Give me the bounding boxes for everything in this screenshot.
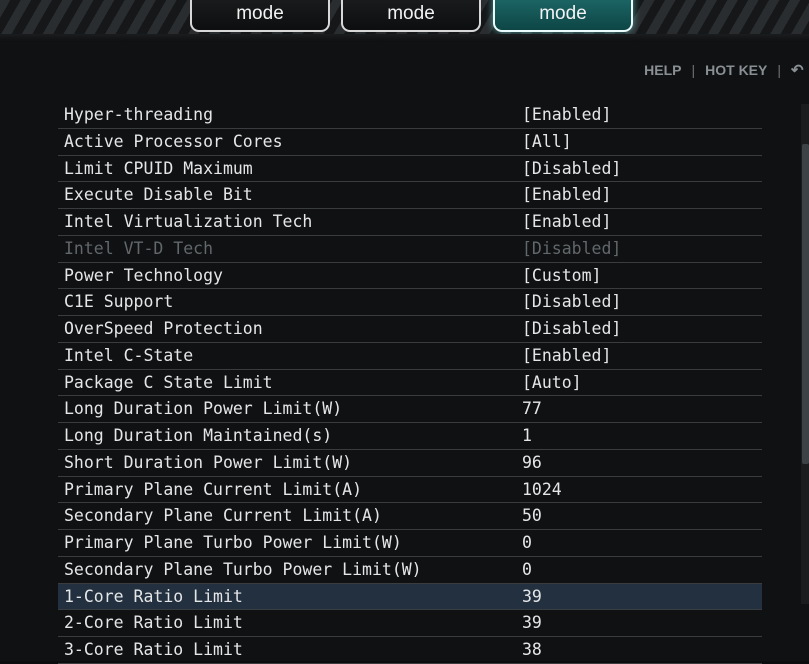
setting-value[interactable]: 77 — [522, 396, 542, 422]
setting-label: Intel VT-D Tech — [64, 238, 214, 258]
help-toolbar: HELP | HOT KEY | ↶ — [644, 60, 809, 80]
setting-value[interactable]: [Disabled] — [522, 156, 621, 182]
setting-value: [Disabled] — [522, 238, 622, 258]
setting-label: Secondary Plane Current Limit(A) — [64, 506, 382, 526]
setting-row[interactable]: Long Duration Power Limit(W) 77 — [58, 396, 762, 423]
setting-value[interactable]: 96 — [522, 450, 542, 476]
setting-label: 2-Core Ratio Limit — [64, 613, 243, 633]
setting-label: C1E Support — [64, 292, 174, 312]
setting-row[interactable]: 2-Core Ratio Limit 39 — [58, 610, 762, 637]
setting-label: OverSpeed Protection — [64, 319, 263, 338]
setting-value[interactable]: [Disabled] — [522, 316, 621, 342]
toolbar-separator: | — [691, 62, 696, 78]
setting-label: Power Technology — [64, 265, 223, 285]
setting-label: Limit CPUID Maximum — [64, 158, 253, 178]
settings-list: Hyper-threading [Enabled] Active Processor… — [58, 102, 762, 664]
setting-row[interactable]: Limit CPUID Maximum [Disabled] — [58, 156, 762, 183]
setting-row[interactable]: Hyper-threading [Enabled] — [58, 102, 762, 129]
setting-row[interactable]: Package C State Limit [Auto] — [58, 370, 762, 397]
setting-row[interactable]: Intel C-State [Enabled] — [58, 343, 762, 370]
setting-label: Package C State Limit — [64, 372, 273, 392]
setting-label: 3-Core Ratio Limit — [64, 640, 243, 659]
setting-value[interactable]: [Custom] — [522, 263, 601, 289]
setting-row[interactable]: Primary Plane Turbo Power Limit(W) 0 — [58, 530, 762, 557]
setting-value[interactable]: 1024 — [522, 477, 562, 503]
setting-row[interactable]: 1-Core Ratio Limit 39 — [58, 583, 762, 611]
setting-label: Active Processor Cores — [64, 131, 283, 151]
scrollbar-thumb[interactable] — [802, 144, 809, 464]
setting-value[interactable]: [Enabled] — [522, 102, 611, 128]
setting-row[interactable]: Long Duration Maintained(s) 1 — [58, 423, 762, 450]
setting-value[interactable]: [Disabled] — [522, 289, 621, 315]
setting-label: Long Duration Power Limit(W) — [64, 399, 343, 419]
setting-label: Hyper-threading — [64, 105, 214, 124]
setting-value[interactable]: [Enabled] — [522, 182, 611, 208]
setting-row[interactable]: C1E Support [Disabled] — [58, 289, 762, 316]
mode-tab-1[interactable]: mode — [190, 0, 330, 32]
setting-value[interactable]: [All] — [522, 129, 572, 155]
setting-label: Execute Disable Bit — [64, 185, 253, 205]
setting-value[interactable]: 0 — [522, 557, 532, 583]
setting-value[interactable]: 0 — [522, 530, 532, 556]
mode-tab-2[interactable]: mode — [341, 0, 481, 32]
setting-row[interactable]: Active Processor Cores [All] — [58, 129, 762, 156]
setting-row[interactable]: Primary Plane Current Limit(A) 1024 — [58, 477, 762, 504]
setting-label: Intel Virtualization Tech — [64, 212, 313, 231]
setting-row[interactable]: Power Technology [Custom] — [58, 263, 762, 290]
setting-row[interactable]: Execute Disable Bit [Enabled] — [58, 182, 762, 209]
hotkey-link[interactable]: HOT KEY — [705, 62, 767, 78]
scrollbar[interactable] — [801, 104, 809, 604]
setting-label: Short Duration Power Limit(W) — [64, 452, 353, 472]
setting-row[interactable]: Secondary Plane Current Limit(A) 50 — [58, 503, 762, 530]
setting-row[interactable]: OverSpeed Protection [Disabled] — [58, 316, 762, 343]
setting-value[interactable]: [Auto] — [522, 370, 582, 396]
setting-value[interactable]: [Enabled] — [522, 343, 611, 369]
setting-row[interactable]: Short Duration Power Limit(W) 96 — [58, 450, 762, 477]
setting-row[interactable]: 3-Core Ratio Limit 38 — [58, 637, 762, 664]
setting-label: Intel C-State — [64, 345, 194, 365]
setting-value[interactable]: 38 — [522, 637, 542, 663]
setting-label: 1-Core Ratio Limit — [64, 586, 243, 606]
mode-bar: mode mode mode — [0, 0, 809, 42]
setting-value[interactable]: 39 — [522, 610, 542, 636]
setting-label: Primary Plane Current Limit(A) — [64, 479, 363, 499]
toolbar-separator: | — [777, 62, 781, 78]
setting-label: Long Duration Maintained(s) — [64, 426, 333, 445]
setting-row: Intel VT-D Tech [Disabled] — [58, 236, 762, 263]
setting-label: Primary Plane Turbo Power Limit(W) — [64, 533, 402, 552]
setting-value[interactable]: 39 — [522, 584, 542, 610]
setting-label: Secondary Plane Turbo Power Limit(W) — [64, 559, 422, 579]
setting-row[interactable]: Secondary Plane Turbo Power Limit(W) 0 — [58, 557, 762, 584]
setting-value[interactable]: 50 — [522, 503, 542, 529]
setting-row[interactable]: Intel Virtualization Tech [Enabled] — [58, 209, 762, 236]
undo-arrow-icon[interactable]: ↶ — [791, 61, 809, 79]
mode-tab-3-active[interactable]: mode — [493, 0, 633, 32]
setting-value[interactable]: [Enabled] — [522, 209, 611, 235]
help-link[interactable]: HELP — [644, 62, 681, 78]
setting-value[interactable]: 1 — [522, 423, 532, 449]
